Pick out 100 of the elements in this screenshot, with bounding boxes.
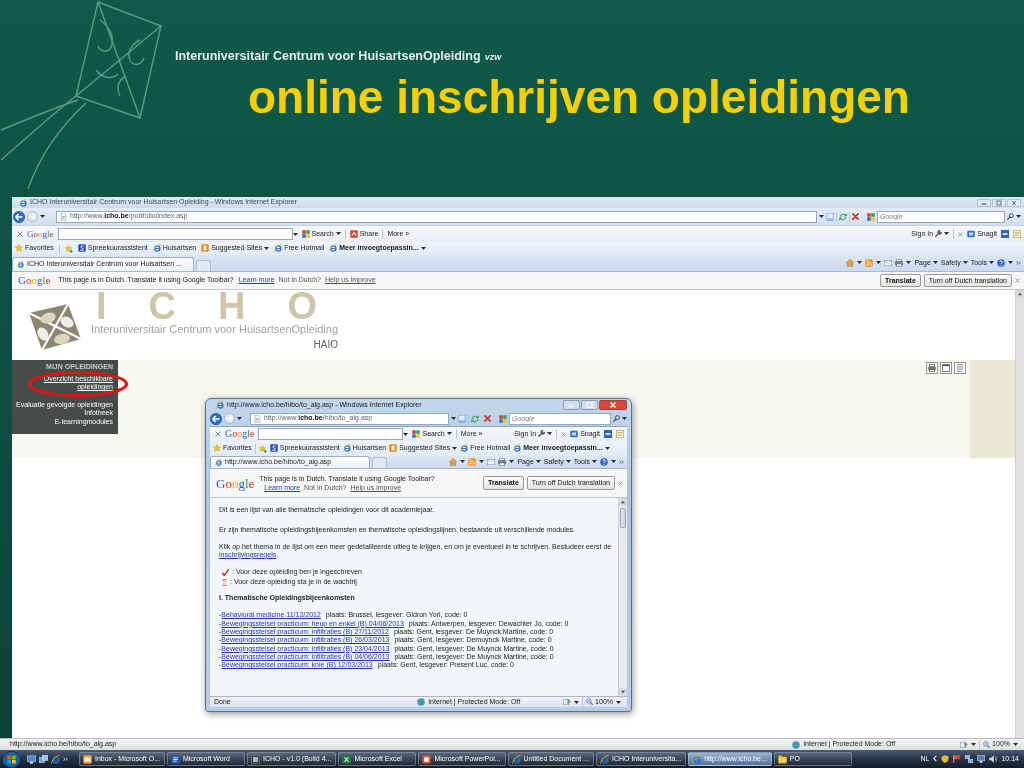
stop-icon[interactable] xyxy=(852,213,859,220)
monitor-icon[interactable] xyxy=(977,755,986,763)
caret-icon[interactable] xyxy=(876,261,882,265)
caret-icon[interactable] xyxy=(962,261,968,265)
close-icon[interactable] xyxy=(215,431,221,437)
caret-icon[interactable] xyxy=(264,247,270,250)
caret-icon[interactable] xyxy=(616,700,621,704)
toolbar-search-field[interactable] xyxy=(258,428,404,440)
volume-icon[interactable] xyxy=(989,755,998,763)
caret-icon[interactable] xyxy=(857,261,863,265)
caret-icon[interactable] xyxy=(932,261,938,265)
scroll-down-icon[interactable] xyxy=(619,688,627,696)
ie-logo-icon xyxy=(460,444,469,453)
document-icon[interactable] xyxy=(954,362,966,374)
caret-icon[interactable] xyxy=(237,417,242,420)
folder-icon xyxy=(777,754,787,764)
google-icon xyxy=(499,414,507,423)
minimize-icon[interactable] xyxy=(563,400,580,410)
hourglass-icon xyxy=(222,578,227,586)
caret-icon[interactable] xyxy=(292,232,298,236)
window-icon[interactable] xyxy=(940,362,952,374)
close-icon[interactable] xyxy=(958,231,964,237)
caret-icon[interactable] xyxy=(535,460,541,464)
app-icon xyxy=(250,754,260,764)
back-icon[interactable] xyxy=(13,210,25,223)
ie-logo-icon xyxy=(513,444,522,453)
caret-icon[interactable] xyxy=(446,432,452,436)
scrollbar-track[interactable] xyxy=(618,498,627,696)
caret-icon[interactable] xyxy=(819,215,824,218)
google-logo: Google xyxy=(18,275,51,286)
caret-icon[interactable] xyxy=(460,460,466,464)
close-icon[interactable] xyxy=(561,431,567,437)
caret-icon[interactable] xyxy=(509,460,515,464)
scroll-thumb[interactable] xyxy=(620,508,626,528)
scroll-up-icon[interactable] xyxy=(1016,290,1024,298)
start-icon[interactable] xyxy=(2,750,21,768)
caret-icon[interactable] xyxy=(622,417,627,420)
ie-logo-icon xyxy=(19,198,27,207)
caret-icon[interactable] xyxy=(906,261,912,265)
print-icon[interactable] xyxy=(926,362,938,374)
maximize-icon[interactable] xyxy=(992,198,1006,207)
close-icon[interactable] xyxy=(1007,198,1021,207)
stop-icon[interactable] xyxy=(484,415,491,422)
google-logo: Google xyxy=(216,476,255,490)
wrench-icon xyxy=(935,230,943,238)
desktop-icon[interactable] xyxy=(27,754,36,764)
close-icon[interactable] xyxy=(618,480,623,486)
google-icon xyxy=(301,230,310,238)
caret-icon[interactable] xyxy=(592,460,597,464)
caret-icon[interactable] xyxy=(574,700,580,704)
stacked-windows-icon[interactable] xyxy=(39,754,48,764)
caret-icon[interactable] xyxy=(420,247,426,250)
page-icon xyxy=(60,212,67,221)
caret-icon[interactable] xyxy=(403,432,409,436)
caret-icon[interactable] xyxy=(451,417,456,420)
toolbar-search-field[interactable] xyxy=(57,228,293,240)
caret-icon[interactable] xyxy=(1008,261,1013,265)
refresh-icon[interactable] xyxy=(839,212,847,221)
add-favorite-icon[interactable] xyxy=(64,244,73,253)
caret-icon[interactable] xyxy=(989,261,994,265)
help-icon[interactable] xyxy=(600,458,608,466)
caret-icon[interactable] xyxy=(971,743,977,746)
ie-logo-icon xyxy=(329,244,338,253)
search-icon[interactable] xyxy=(1007,213,1014,220)
site-organization-name: Interuniversitair Centrum voor HuisartsenOpleiding xyxy=(91,323,338,336)
print-icon[interactable] xyxy=(895,259,904,267)
shield-icon[interactable] xyxy=(941,755,950,763)
caret-icon[interactable] xyxy=(335,232,341,236)
close-icon[interactable] xyxy=(1015,278,1020,283)
back-icon[interactable] xyxy=(210,412,222,425)
caret-icon[interactable] xyxy=(565,460,571,464)
panel-icon[interactable] xyxy=(604,430,612,438)
flag-icon[interactable] xyxy=(953,755,962,763)
network-icon[interactable] xyxy=(965,755,974,763)
logo-icon xyxy=(28,303,82,351)
close-icon[interactable] xyxy=(599,400,627,410)
caret-icon[interactable] xyxy=(604,447,610,450)
google-icon xyxy=(412,430,421,438)
square-logo-icon xyxy=(269,444,278,453)
caret-icon[interactable] xyxy=(479,460,485,464)
ie-logo-icon[interactable] xyxy=(51,754,60,764)
envelope-icon xyxy=(83,754,92,764)
caret-icon[interactable] xyxy=(547,432,553,436)
caret-icon[interactable] xyxy=(452,447,458,450)
help-icon[interactable] xyxy=(997,259,1005,267)
maximize-icon[interactable] xyxy=(581,400,598,410)
search-icon[interactable] xyxy=(613,415,620,422)
caret-icon[interactable] xyxy=(1016,215,1021,218)
caret-icon[interactable] xyxy=(40,215,45,218)
scrollbar-track[interactable] xyxy=(1015,290,1024,738)
add-favorite-icon[interactable] xyxy=(258,444,267,453)
print-icon[interactable] xyxy=(498,458,507,466)
minimize-icon[interactable] xyxy=(977,198,991,207)
close-icon[interactable] xyxy=(17,231,23,237)
caret-icon[interactable] xyxy=(944,232,950,236)
caret-icon[interactable] xyxy=(1013,743,1018,746)
caret-icon[interactable] xyxy=(611,460,616,464)
scroll-up-icon[interactable] xyxy=(619,498,627,506)
square-logo-icon xyxy=(201,244,210,253)
panel-icon[interactable] xyxy=(1001,230,1009,238)
